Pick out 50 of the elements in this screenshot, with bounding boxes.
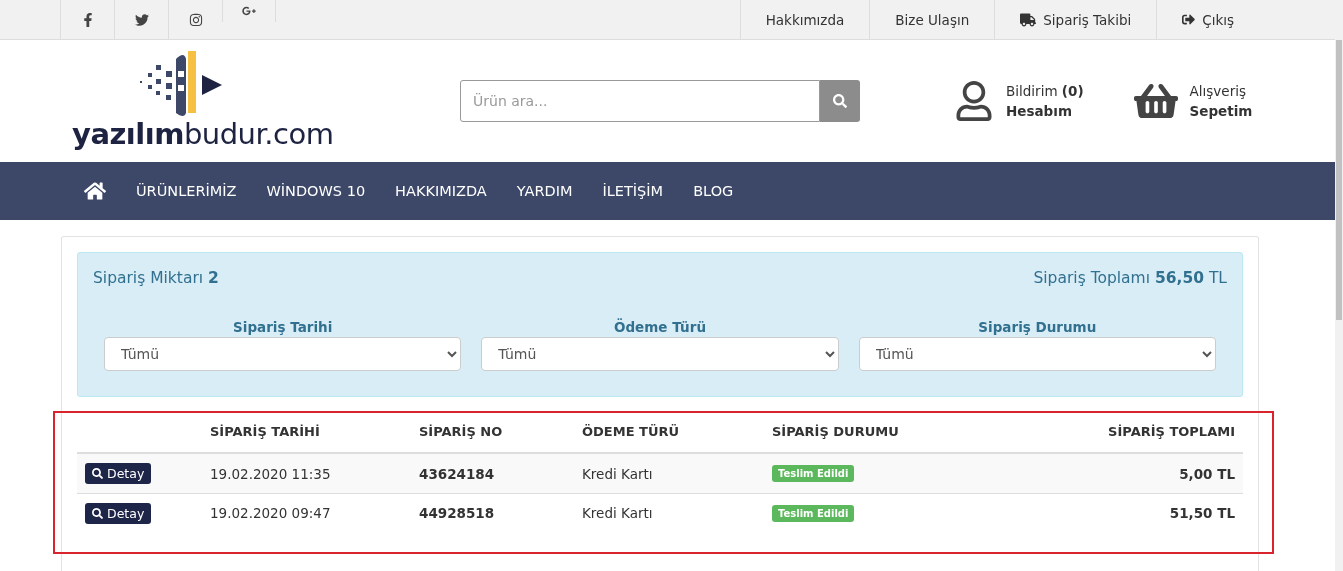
payment-cell: Kredi Kartı: [582, 505, 653, 521]
top-link[interactable]: Bize Ulaşın: [869, 0, 995, 39]
order-count: Sipariş Miktarı 2: [93, 269, 219, 287]
date-cell: 19.02.2020 11:35: [210, 465, 331, 482]
nav-link[interactable]: WİNDOWS 10: [266, 183, 366, 199]
order-total: Sipariş Toplamı 56,50 TL: [1033, 269, 1227, 287]
detail-button[interactable]: Detay: [85, 463, 152, 484]
home-link[interactable]: [84, 180, 106, 202]
nav-link[interactable]: HAKKIMIZDA: [395, 183, 487, 199]
logo-text[interactable]: yazılımbudur.com: [72, 117, 334, 151]
account-link[interactable]: Hesabım: [1006, 101, 1084, 121]
top-link[interactable]: Çıkış: [1156, 0, 1259, 39]
google-plus-icon: [242, 4, 256, 18]
date-cell: 19.02.2020 09:47: [210, 505, 331, 521]
nav-link[interactable]: YARDIM: [516, 183, 573, 199]
scrollbar[interactable]: [1335, 0, 1343, 571]
search-icon: [833, 94, 847, 108]
status-badge: Teslim Edildi: [772, 504, 855, 522]
detail-button[interactable]: Detay: [85, 502, 152, 524]
search-icon: [92, 468, 103, 479]
cart-label[interactable]: Alışveriş: [1189, 81, 1253, 101]
nav-link[interactable]: İLETİŞİM: [602, 183, 664, 199]
filter-dropdown[interactable]: Tümü: [858, 337, 1216, 371]
payment-cell: Kredi Kartı: [582, 465, 653, 482]
order-number-cell: 44928518: [419, 505, 495, 521]
search-field[interactable]: Ürün ara...: [460, 80, 820, 122]
truck-icon: [1020, 11, 1037, 28]
nav-link[interactable]: ÜRÜNLERİMİZ: [136, 183, 237, 199]
filter-dropdown[interactable]: Tümü: [104, 337, 462, 371]
status-badge: Teslim Edildi: [772, 465, 855, 482]
search-button[interactable]: [820, 80, 860, 122]
filter-label: Sipariş Durumu: [978, 319, 1097, 335]
filter-dropdown[interactable]: Tümü: [481, 337, 839, 371]
top-link[interactable]: Sipariş Takibi: [994, 0, 1157, 39]
home-icon: [84, 180, 106, 202]
cart-link[interactable]: Sepetim: [1189, 101, 1253, 121]
total-cell: 5,00 TL: [1179, 465, 1235, 482]
instagram-icon: [188, 12, 203, 27]
search-icon: [92, 507, 103, 519]
notification-link[interactable]: Bildirim (0): [1006, 81, 1084, 101]
logout-icon: [1182, 13, 1196, 26]
user-icon[interactable]: [954, 81, 994, 121]
filter-label: Ödeme Türü: [613, 319, 706, 335]
social-link[interactable]: [222, 0, 276, 22]
filter-label: Sipariş Tarihi: [233, 319, 333, 335]
twitter-icon: [134, 12, 149, 27]
total-cell: 51,50 TL: [1169, 505, 1235, 521]
top-link[interactable]: Hakkımızda: [739, 0, 870, 39]
order-number-cell: 43624184: [419, 465, 495, 482]
nav-link[interactable]: BLOG: [693, 183, 734, 199]
